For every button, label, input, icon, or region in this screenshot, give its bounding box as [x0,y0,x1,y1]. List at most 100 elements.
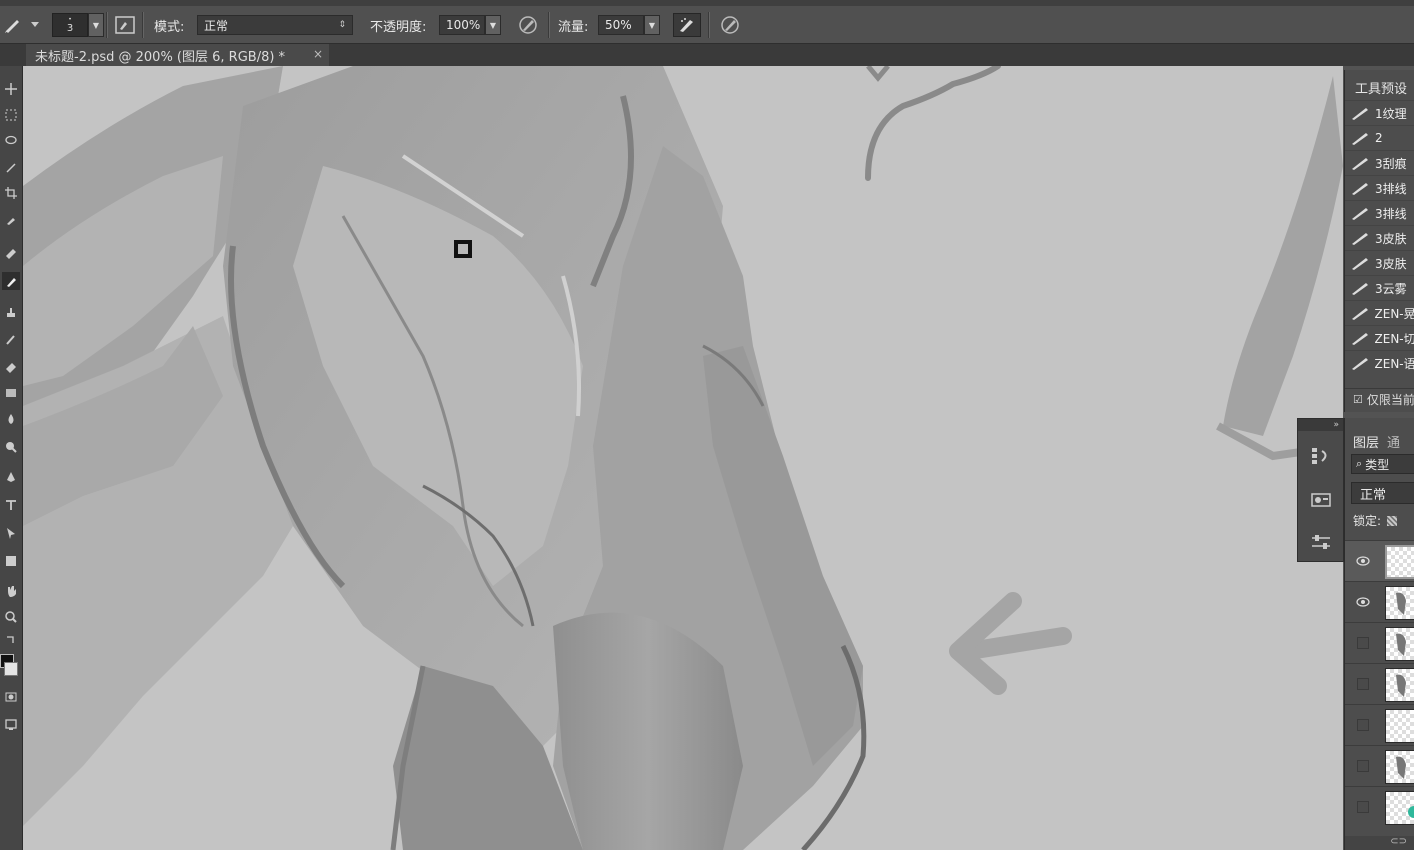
preset-label: 3排线 [1375,181,1407,196]
preset-item[interactable]: 3皮肤 [1345,250,1414,275]
preset-item[interactable]: 3刮痕 [1345,150,1414,175]
preset-item[interactable]: 1纹理 [1345,100,1414,125]
marquee-tool-icon[interactable] [2,106,20,124]
screen-mode-icon[interactable] [2,716,20,734]
mode-select[interactable]: 正常 ⇕ [197,6,353,44]
preset-label: 3皮肤 [1375,256,1407,271]
flow-field[interactable]: 50% ▼ [598,6,660,44]
shape-tool-icon[interactable] [2,552,20,570]
tab-layers[interactable]: 图层 [1345,432,1387,451]
divider [142,12,144,38]
eyedropper-tool-icon[interactable] [2,210,20,228]
clone-stamp-tool-icon[interactable] [2,304,20,322]
airbrush-icon[interactable] [672,6,702,44]
updown-arrow-icon: ⇕ [338,20,346,30]
preset-item[interactable]: 3皮肤 [1345,225,1414,250]
magic-wand-tool-icon[interactable] [2,158,20,176]
brush-tool-active-icon[interactable] [2,272,20,290]
lasso-tool-icon[interactable] [2,132,20,150]
pen-tool-icon[interactable] [2,468,20,486]
document-tab[interactable]: 未标题-2.psd @ 200% (图层 6, RGB/8) * × [26,44,329,66]
divider [106,12,108,38]
layer-row[interactable] [1345,704,1414,745]
layers-panel-footer: ⊂⊃ [1345,836,1414,850]
background-color-swatch[interactable] [4,662,18,676]
layer-thumbnail [1385,791,1414,825]
brush-preset-icon [1345,326,1375,351]
expand-panels-icon[interactable]: » [1298,419,1343,431]
crop-tool-icon[interactable] [2,184,20,202]
gradient-tool-icon[interactable] [2,384,20,402]
preset-item[interactable]: 3排线 [1345,175,1414,200]
tool-preset-dropdown-icon[interactable] [28,6,42,44]
swap-colors-icon[interactable] [2,630,20,648]
pressure-size-icon[interactable] [716,6,744,44]
preset-item[interactable]: 3排线 [1345,200,1414,225]
layer-filter-select[interactable]: ⌕ 类型 [1351,454,1414,474]
layer-row[interactable] [1345,663,1414,704]
brush-size-picker[interactable]: • 3 ▼ [52,6,104,44]
brush-panel-toggle-icon[interactable] [112,6,138,44]
preset-item[interactable]: ZEN-语 [1345,350,1414,375]
dodge-tool-icon[interactable] [2,438,20,456]
layer-thumbnail [1385,750,1414,784]
brush-preset-icon [1345,276,1375,301]
adjustments-panel-icon[interactable] [1306,527,1336,557]
mode-value: 正常 [204,18,229,33]
eye-icon[interactable] [1355,553,1371,569]
preset-item[interactable]: ZEN-晃 [1345,300,1414,325]
hidden-visibility-box-icon[interactable] [1355,717,1371,733]
preset-label: 3皮肤 [1375,231,1407,246]
hidden-visibility-box-icon[interactable] [1355,758,1371,774]
options-bar: • 3 ▼ 模式: 正常 ⇕ 不透明度: 100% ▼ 流量: 50% ▼ [0,6,1414,44]
document-canvas[interactable] [23,66,1343,850]
path-selection-tool-icon[interactable] [2,524,20,542]
eraser-tool-icon[interactable] [2,358,20,376]
divider [548,12,550,38]
history-brush-tool-icon[interactable] [2,330,20,348]
close-icon[interactable]: × [313,47,323,61]
opacity-dropdown-icon[interactable]: ▼ [485,15,501,35]
healing-brush-tool-icon[interactable] [2,244,20,262]
layer-row[interactable] [1345,786,1414,827]
opacity-field[interactable]: 100% ▼ [439,6,501,44]
eye-icon[interactable] [1355,594,1371,610]
properties-panel-icon[interactable] [1306,485,1336,515]
preset-label: 3排线 [1375,206,1407,221]
preset-item[interactable]: ZEN-切 [1345,325,1414,350]
figure-painting [23,66,1343,850]
pressure-opacity-icon[interactable] [514,6,542,44]
blend-mode-select[interactable]: 正常 [1351,482,1414,504]
preset-label: 2 [1375,131,1383,145]
zoom-tool-icon[interactable] [2,608,20,626]
layers-panel: 图层 通 ⌕ 类型 正常 锁定: ⊂⊃ [1344,418,1414,850]
link-layers-icon[interactable]: ⊂⊃ [1390,836,1407,847]
preset-item[interactable]: 2 [1345,125,1414,150]
tab-channels[interactable]: 通 [1387,432,1400,451]
layer-thumbnail [1385,709,1414,743]
layer-row[interactable] [1345,540,1414,581]
current-tool-only-checkbox[interactable]: ☑ 仅限当前 [1345,388,1414,410]
brush-tool-icon[interactable] [2,6,24,44]
move-tool-icon[interactable] [2,80,20,98]
hidden-visibility-box-icon[interactable] [1355,676,1371,692]
quick-mask-icon[interactable] [2,688,20,706]
lock-transparent-icon[interactable] [1387,515,1398,526]
brush-preset-icon [1345,201,1375,226]
preset-label: ZEN-晃 [1374,306,1414,321]
hand-tool-icon[interactable] [2,582,20,600]
preset-item[interactable]: 3云雾 [1345,275,1414,300]
layer-row[interactable] [1345,745,1414,786]
blur-tool-icon[interactable] [2,410,20,428]
checkbox-label: 仅限当前 [1366,393,1414,407]
hidden-visibility-box-icon[interactable] [1355,799,1371,815]
brush-preset-icon [1345,126,1375,151]
flow-dropdown-icon[interactable]: ▼ [644,15,660,35]
history-panel-icon[interactable] [1306,441,1336,471]
layer-row[interactable] [1345,581,1414,622]
preset-label: ZEN-切 [1374,331,1414,346]
type-tool-icon[interactable] [2,496,20,514]
layer-row[interactable] [1345,622,1414,663]
hidden-visibility-box-icon[interactable] [1355,635,1371,651]
chevron-down-icon[interactable]: ▼ [88,13,104,37]
